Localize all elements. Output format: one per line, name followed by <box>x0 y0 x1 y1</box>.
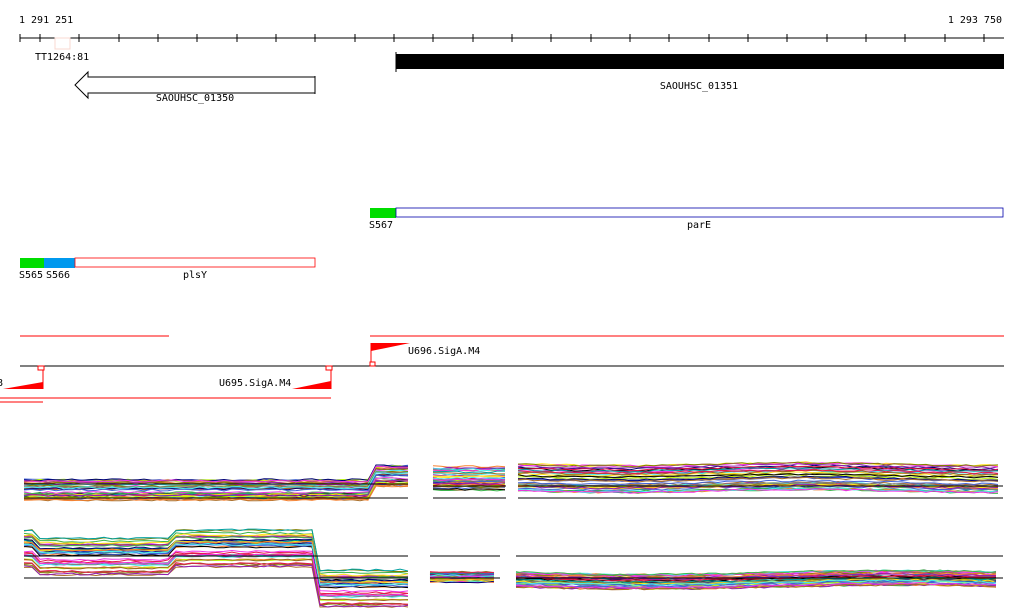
expression-profiles <box>23 461 1003 608</box>
segment-label: S567 <box>369 220 393 231</box>
segment-S566[interactable] <box>44 258 75 268</box>
promoter-label: 8 <box>0 378 3 389</box>
promoter-flag-minus[interactable] <box>3 382 43 389</box>
gene-label: SAOUHSC_01351 <box>660 81 738 92</box>
segment-S567[interactable] <box>370 208 396 218</box>
ruler-end-label: 1 293 750 <box>948 15 1002 26</box>
terminator-label: TT1264:81 <box>35 52 89 63</box>
promoter-label: U695.SigA.M4 <box>219 378 291 389</box>
gene-label: SAOUHSC_01350 <box>156 93 234 104</box>
transcript-plsY[interactable]: S565 S566 plsY <box>19 257 316 281</box>
segment-label: S565 <box>19 270 43 281</box>
gene-SAOUHSC_01351[interactable]: SAOUHSC_01351 <box>395 52 1004 92</box>
segment-S565[interactable] <box>20 258 44 268</box>
expression-trace <box>23 464 408 482</box>
transcript-label: plsY <box>183 270 207 281</box>
promoter-label: U696.SigA.M4 <box>408 346 480 357</box>
transcript-bar[interactable] <box>74 257 316 268</box>
transcript-parE[interactable]: S567 parE <box>369 207 1004 231</box>
genome-browser-view: 1 291 251 1 293 750 TT1264:81 SAOUHSC_01… <box>0 15 1004 608</box>
promoter-flag-minus[interactable] <box>292 381 331 389</box>
transcript-bar[interactable] <box>395 207 1004 218</box>
gene-SAOUHSC_01350[interactable]: SAOUHSC_01350 <box>74 70 316 104</box>
transcript-label: parE <box>687 220 711 231</box>
expression-trace <box>432 465 506 468</box>
expression-trace <box>23 549 409 593</box>
promoter-flag-plus[interactable] <box>371 343 410 351</box>
promoter-partial[interactable]: 8 <box>0 365 45 389</box>
ruler-start-label: 1 291 251 <box>19 15 73 26</box>
terminator-marker[interactable] <box>54 37 71 50</box>
promoter-U695[interactable]: U695.SigA.M4 <box>219 365 333 389</box>
expression-trace <box>23 464 409 482</box>
expression-trace <box>432 487 506 491</box>
promoter-U696[interactable]: U696.SigA.M4 <box>369 343 480 367</box>
gene-bar-plus[interactable] <box>396 54 1004 69</box>
segment-label: S566 <box>46 270 70 281</box>
